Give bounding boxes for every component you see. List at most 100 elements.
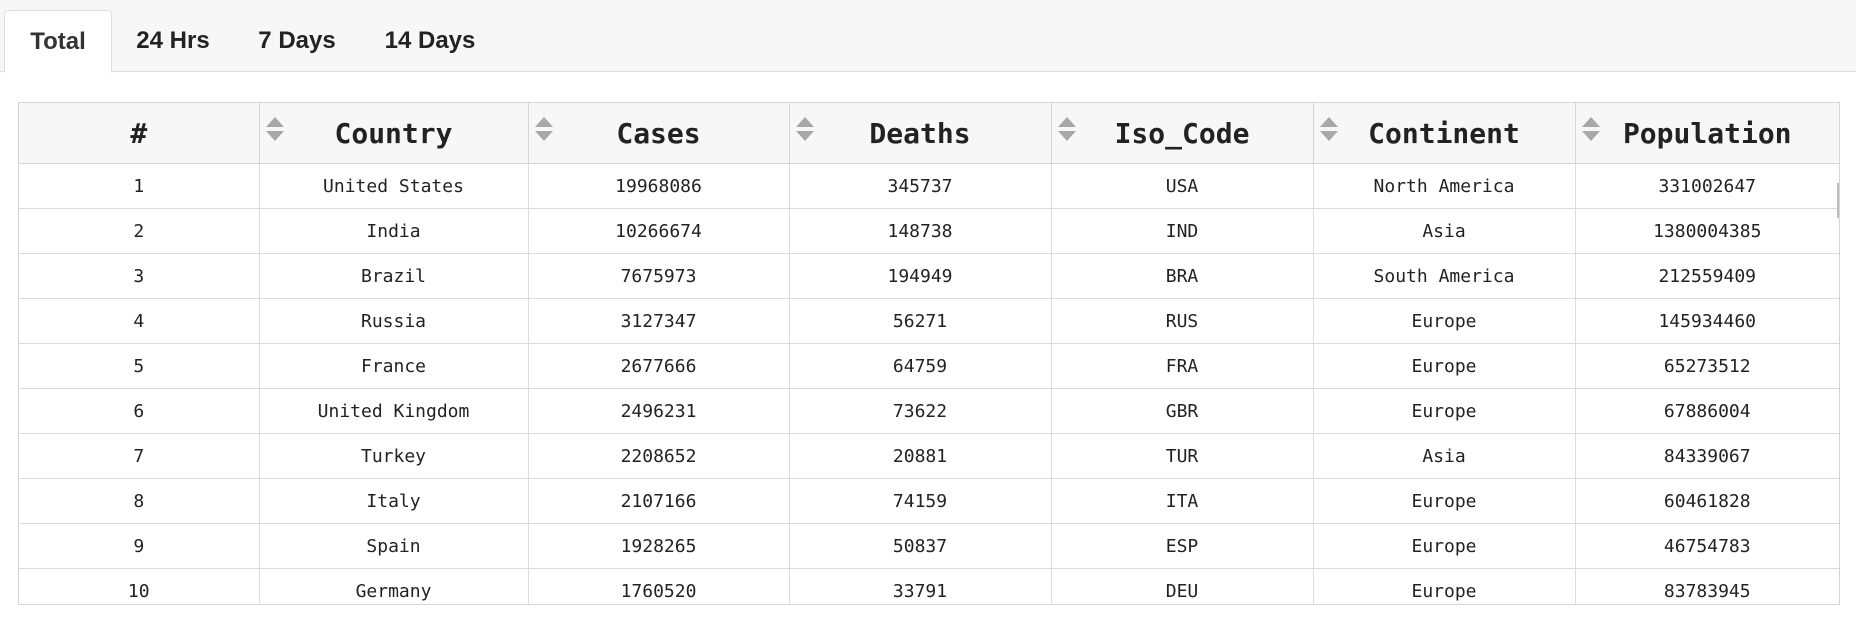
column-header-country[interactable]: Country <box>259 103 529 164</box>
table-row[interactable]: 3 Brazil 7675973 194949 BRA South Americ… <box>19 253 1839 299</box>
cell-population: 65273512 <box>1575 343 1839 389</box>
table-body: 1 United States 19968086 345737 USA Nort… <box>19 163 1839 604</box>
data-table-container[interactable]: # Country Cases Deaths Iso_Code Continen… <box>18 102 1840 605</box>
cell-country: Spain <box>259 523 529 569</box>
cell-rank: 5 <box>19 343 260 389</box>
cell-continent: North America <box>1313 163 1576 209</box>
cell-population: 46754783 <box>1575 523 1839 569</box>
cell-iso-code: DEU <box>1051 568 1314 604</box>
cell-country: Italy <box>259 478 529 524</box>
cell-country: Russia <box>259 298 529 344</box>
column-header-deaths[interactable]: Deaths <box>789 103 1052 164</box>
cell-deaths: 56271 <box>789 298 1052 344</box>
cell-iso-code: FRA <box>1051 343 1314 389</box>
sort-arrows-icon[interactable] <box>795 117 814 143</box>
cell-population: 67886004 <box>1575 388 1839 434</box>
cell-cases: 2107166 <box>528 478 790 524</box>
column-header-population[interactable]: Population <box>1575 103 1839 164</box>
cell-continent: South America <box>1313 253 1576 299</box>
cell-cases: 7675973 <box>528 253 790 299</box>
sort-arrows-icon[interactable] <box>534 117 553 143</box>
cell-deaths: 148738 <box>789 208 1052 254</box>
tab-7-days[interactable]: 7 Days <box>244 10 350 72</box>
cell-population: 83783945 <box>1575 568 1839 604</box>
column-header-cases[interactable]: Cases <box>528 103 790 164</box>
cell-country: France <box>259 343 529 389</box>
table-row[interactable]: 1 United States 19968086 345737 USA Nort… <box>19 163 1839 209</box>
cell-cases: 2677666 <box>528 343 790 389</box>
cell-continent: Asia <box>1313 433 1576 479</box>
cell-iso-code: ITA <box>1051 478 1314 524</box>
cell-cases: 3127347 <box>528 298 790 344</box>
column-header-label: Continent <box>1368 116 1520 150</box>
cell-continent: Europe <box>1313 388 1576 434</box>
cell-cases: 2208652 <box>528 433 790 479</box>
table-row[interactable]: 6 United Kingdom 2496231 73622 GBR Europ… <box>19 388 1839 434</box>
cell-rank: 8 <box>19 478 260 524</box>
cell-cases: 19968086 <box>528 163 790 209</box>
column-header-label: Cases <box>616 116 701 150</box>
cell-iso-code: IND <box>1051 208 1314 254</box>
cell-cases: 2496231 <box>528 388 790 434</box>
tab-total[interactable]: Total <box>4 10 112 73</box>
column-header-continent[interactable]: Continent <box>1313 103 1576 164</box>
cell-deaths: 73622 <box>789 388 1052 434</box>
sort-arrows-icon[interactable] <box>1581 117 1600 143</box>
cell-continent: Europe <box>1313 343 1576 389</box>
cell-rank: 2 <box>19 208 260 254</box>
table-row[interactable]: 7 Turkey 2208652 20881 TUR Asia 84339067 <box>19 433 1839 479</box>
cell-rank: 7 <box>19 433 260 479</box>
cell-deaths: 345737 <box>789 163 1052 209</box>
cell-iso-code: RUS <box>1051 298 1314 344</box>
table-row[interactable]: 5 France 2677666 64759 FRA Europe 652735… <box>19 343 1839 389</box>
covid-table: # Country Cases Deaths Iso_Code Continen… <box>19 103 1839 604</box>
cell-cases: 1760520 <box>528 568 790 604</box>
cell-population: 84339067 <box>1575 433 1839 479</box>
cell-country: Brazil <box>259 253 529 299</box>
cell-iso-code: GBR <box>1051 388 1314 434</box>
cell-population: 1380004385 <box>1575 208 1839 254</box>
sort-arrows-icon[interactable] <box>265 117 284 143</box>
vertical-scrollbar[interactable] <box>1837 183 1839 218</box>
cell-rank: 1 <box>19 163 260 209</box>
tab-24-hrs[interactable]: 24 Hrs <box>120 10 226 72</box>
column-header-iso-code[interactable]: Iso_Code <box>1051 103 1314 164</box>
table-row[interactable]: 10 Germany 1760520 33791 DEU Europe 8378… <box>19 568 1839 604</box>
table-header-row: # Country Cases Deaths Iso_Code Continen… <box>19 103 1839 164</box>
column-header-label: Country <box>334 116 453 150</box>
table-row[interactable]: 4 Russia 3127347 56271 RUS Europe 145934… <box>19 298 1839 344</box>
cell-iso-code: BRA <box>1051 253 1314 299</box>
table-row[interactable]: 2 India 10266674 148738 IND Asia 1380004… <box>19 208 1839 254</box>
cell-country: Turkey <box>259 433 529 479</box>
cell-country: United States <box>259 163 529 209</box>
cell-continent: Asia <box>1313 208 1576 254</box>
sort-arrows-icon[interactable] <box>1057 117 1076 143</box>
cell-continent: Europe <box>1313 568 1576 604</box>
cell-deaths: 194949 <box>789 253 1052 299</box>
cell-deaths: 33791 <box>789 568 1052 604</box>
cell-iso-code: ESP <box>1051 523 1314 569</box>
cell-country: United Kingdom <box>259 388 529 434</box>
table-row[interactable]: 8 Italy 2107166 74159 ITA Europe 6046182… <box>19 478 1839 524</box>
cell-cases: 10266674 <box>528 208 790 254</box>
cell-population: 145934460 <box>1575 298 1839 344</box>
cell-continent: Europe <box>1313 298 1576 344</box>
column-header-label: # <box>130 116 148 150</box>
cell-iso-code: TUR <box>1051 433 1314 479</box>
cell-rank: 10 <box>19 568 260 604</box>
tab-bar: Total 24 Hrs 7 Days 14 Days <box>0 0 1856 73</box>
cell-deaths: 20881 <box>789 433 1052 479</box>
cell-rank: 9 <box>19 523 260 569</box>
cell-rank: 4 <box>19 298 260 344</box>
tab-14-days[interactable]: 14 Days <box>370 10 490 72</box>
cell-population: 60461828 <box>1575 478 1839 524</box>
cell-rank: 3 <box>19 253 260 299</box>
cell-country: Germany <box>259 568 529 604</box>
table-row[interactable]: 9 Spain 1928265 50837 ESP Europe 4675478… <box>19 523 1839 569</box>
cell-cases: 1928265 <box>528 523 790 569</box>
column-header-label: Deaths <box>869 116 971 150</box>
cell-deaths: 74159 <box>789 478 1052 524</box>
sort-arrows-icon[interactable] <box>1319 117 1338 143</box>
cell-population: 212559409 <box>1575 253 1839 299</box>
column-header-rank: # <box>19 103 260 164</box>
